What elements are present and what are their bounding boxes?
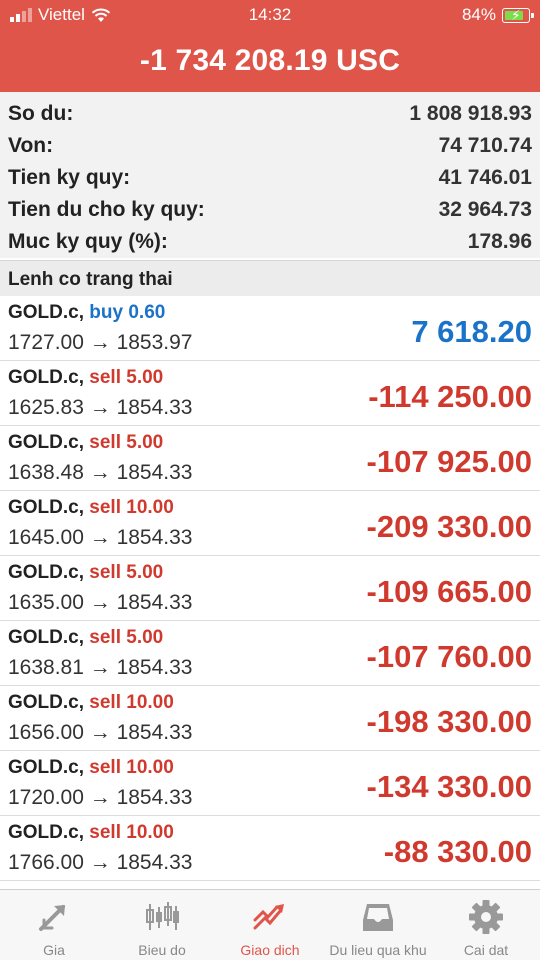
quotes-arrows-icon (39, 905, 65, 931)
summary-row-balance: So du: 1 808 918.93 (0, 98, 540, 130)
position-side: sell 5.00 (89, 562, 164, 583)
position-prices: 1638.48 → 1854.33 (8, 461, 193, 484)
candlestick-chart-icon (146, 902, 179, 930)
position-profit: -198 330.00 (366, 704, 532, 739)
position-prices: 1766.00 → 1854.33 (8, 851, 193, 874)
position-symbol: GOLD.c, (8, 822, 85, 843)
position-prices: 1635.00 → 1854.33 (8, 591, 193, 614)
floating-profit-total: -1 734 208.19 USC (139, 44, 401, 77)
position-row[interactable]: GOLD.c, sell 10.00 1656.00 → 1854.33 -19… (0, 686, 540, 751)
position-side: sell 5.00 (89, 627, 164, 648)
tab-chart[interactable]: Bieu do (108, 890, 216, 960)
position-profit: -134 330.00 (366, 769, 532, 804)
position-prices: 1727.00 → 1853.97 (8, 331, 193, 354)
position-row[interactable]: GOLD.c, sell 5.00 1638.81 → 1854.33 -107… (0, 621, 540, 686)
summary-label: Tien du cho ky quy: (8, 198, 205, 221)
status-bar: Viettel 14:32 84% ⚡ (0, 0, 540, 30)
summary-value: 41 746.01 (438, 166, 532, 189)
tab-label: Giao dich (240, 942, 300, 958)
battery-charging-icon: ⚡ (502, 7, 534, 23)
position-row[interactable]: GOLD.c, sell 5.00 1625.83 → 1854.33 -114… (0, 361, 540, 426)
account-header: Viettel 14:32 84% ⚡ -1 734 208.19 USC (0, 0, 540, 92)
history-inbox-icon (363, 904, 393, 931)
position-symbol: GOLD.c, (8, 627, 85, 648)
tab-label: Du lieu qua khu (329, 942, 427, 958)
position-symbol: GOLD.c, (8, 367, 85, 388)
summary-label: Tien ky quy: (8, 166, 131, 189)
position-side: sell 10.00 (89, 692, 174, 713)
tab-quotes[interactable]: Gia (0, 890, 108, 960)
position-symbol: GOLD.c, (8, 432, 85, 453)
summary-row-margin-level: Muc ky quy (%): 178.96 (0, 226, 540, 258)
summary-label: Muc ky quy (%): (8, 230, 168, 253)
position-row[interactable]: GOLD.c, sell 10.00 1645.00 → 1854.33 -20… (0, 491, 540, 556)
position-profit: -109 665.00 (366, 574, 532, 609)
summary-row-free-margin: Tien du cho ky quy: 32 964.73 (0, 194, 540, 226)
account-summary: So du: 1 808 918.93 Von: 74 710.74 Tien … (0, 92, 540, 258)
trade-trend-icon (253, 904, 284, 930)
open-positions-heading: Lenh co trang thai (0, 260, 540, 296)
summary-label: So du: (8, 102, 74, 125)
position-side: sell 10.00 (89, 757, 174, 778)
bottom-tab-bar: Gia Bieu do Giao dich Du lieu qua khu Ca… (0, 889, 540, 960)
position-row[interactable]: GOLD.c, sell 10.00 1720.00 → 1854.33 -13… (0, 751, 540, 816)
summary-row-margin: Tien ky quy: 41 746.01 (0, 162, 540, 194)
position-profit: -107 760.00 (366, 639, 532, 674)
summary-row-equity: Von: 74 710.74 (0, 130, 540, 162)
position-row[interactable]: GOLD.c, sell 5.00 1635.00 → 1854.33 -109… (0, 556, 540, 621)
position-profit: -88 330.00 (383, 834, 532, 869)
battery-percent: 84% (461, 5, 496, 24)
summary-label: Von: (8, 134, 54, 157)
gear-icon (469, 900, 503, 934)
position-symbol: GOLD.c, (8, 692, 85, 713)
position-profit: -114 250.00 (368, 379, 532, 414)
position-prices: 1638.81 → 1854.33 (8, 656, 193, 679)
position-symbol: GOLD.c, (8, 497, 85, 518)
position-prices: 1645.00 → 1854.33 (8, 526, 193, 549)
position-symbol: GOLD.c, (8, 302, 85, 323)
position-symbol: GOLD.c, (8, 562, 85, 583)
tab-settings[interactable]: Cai dat (432, 890, 540, 960)
tab-label: Gia (43, 942, 65, 958)
positions-list[interactable]: GOLD.c, buy 0.60 1727.00 → 1853.97 7 618… (0, 296, 540, 889)
position-row[interactable]: GOLD.c, buy 0.60 1727.00 → 1853.97 7 618… (0, 296, 540, 361)
position-side: sell 10.00 (89, 497, 174, 518)
tab-label: Bieu do (138, 942, 186, 958)
summary-value: 178.96 (467, 230, 532, 253)
position-prices: 1656.00 → 1854.33 (8, 721, 193, 744)
position-profit: -107 925.00 (366, 444, 532, 479)
position-row[interactable]: GOLD.c, sell 5.00 1638.48 → 1854.33 -107… (0, 426, 540, 491)
position-side: buy 0.60 (89, 302, 166, 323)
position-row[interactable]: GOLD.c, sell 10.00 1766.00 → 1854.33 -88… (0, 816, 540, 881)
position-side: sell 5.00 (89, 367, 164, 388)
tab-trade[interactable]: Giao dich (216, 890, 324, 960)
position-prices: 1720.00 → 1854.33 (8, 786, 193, 809)
tab-history[interactable]: Du lieu qua khu (324, 890, 432, 960)
summary-value: 32 964.73 (438, 198, 532, 221)
summary-value: 74 710.74 (438, 134, 532, 157)
position-side: sell 5.00 (89, 432, 164, 453)
position-profit: 7 618.20 (411, 314, 532, 349)
position-symbol: GOLD.c, (8, 757, 85, 778)
clock: 14:32 (248, 5, 292, 24)
summary-value: 1 808 918.93 (409, 102, 532, 125)
position-prices: 1625.83 → 1854.33 (8, 396, 193, 419)
position-profit: -209 330.00 (366, 509, 532, 544)
tab-label: Cai dat (463, 942, 509, 958)
position-side: sell 10.00 (89, 822, 174, 843)
